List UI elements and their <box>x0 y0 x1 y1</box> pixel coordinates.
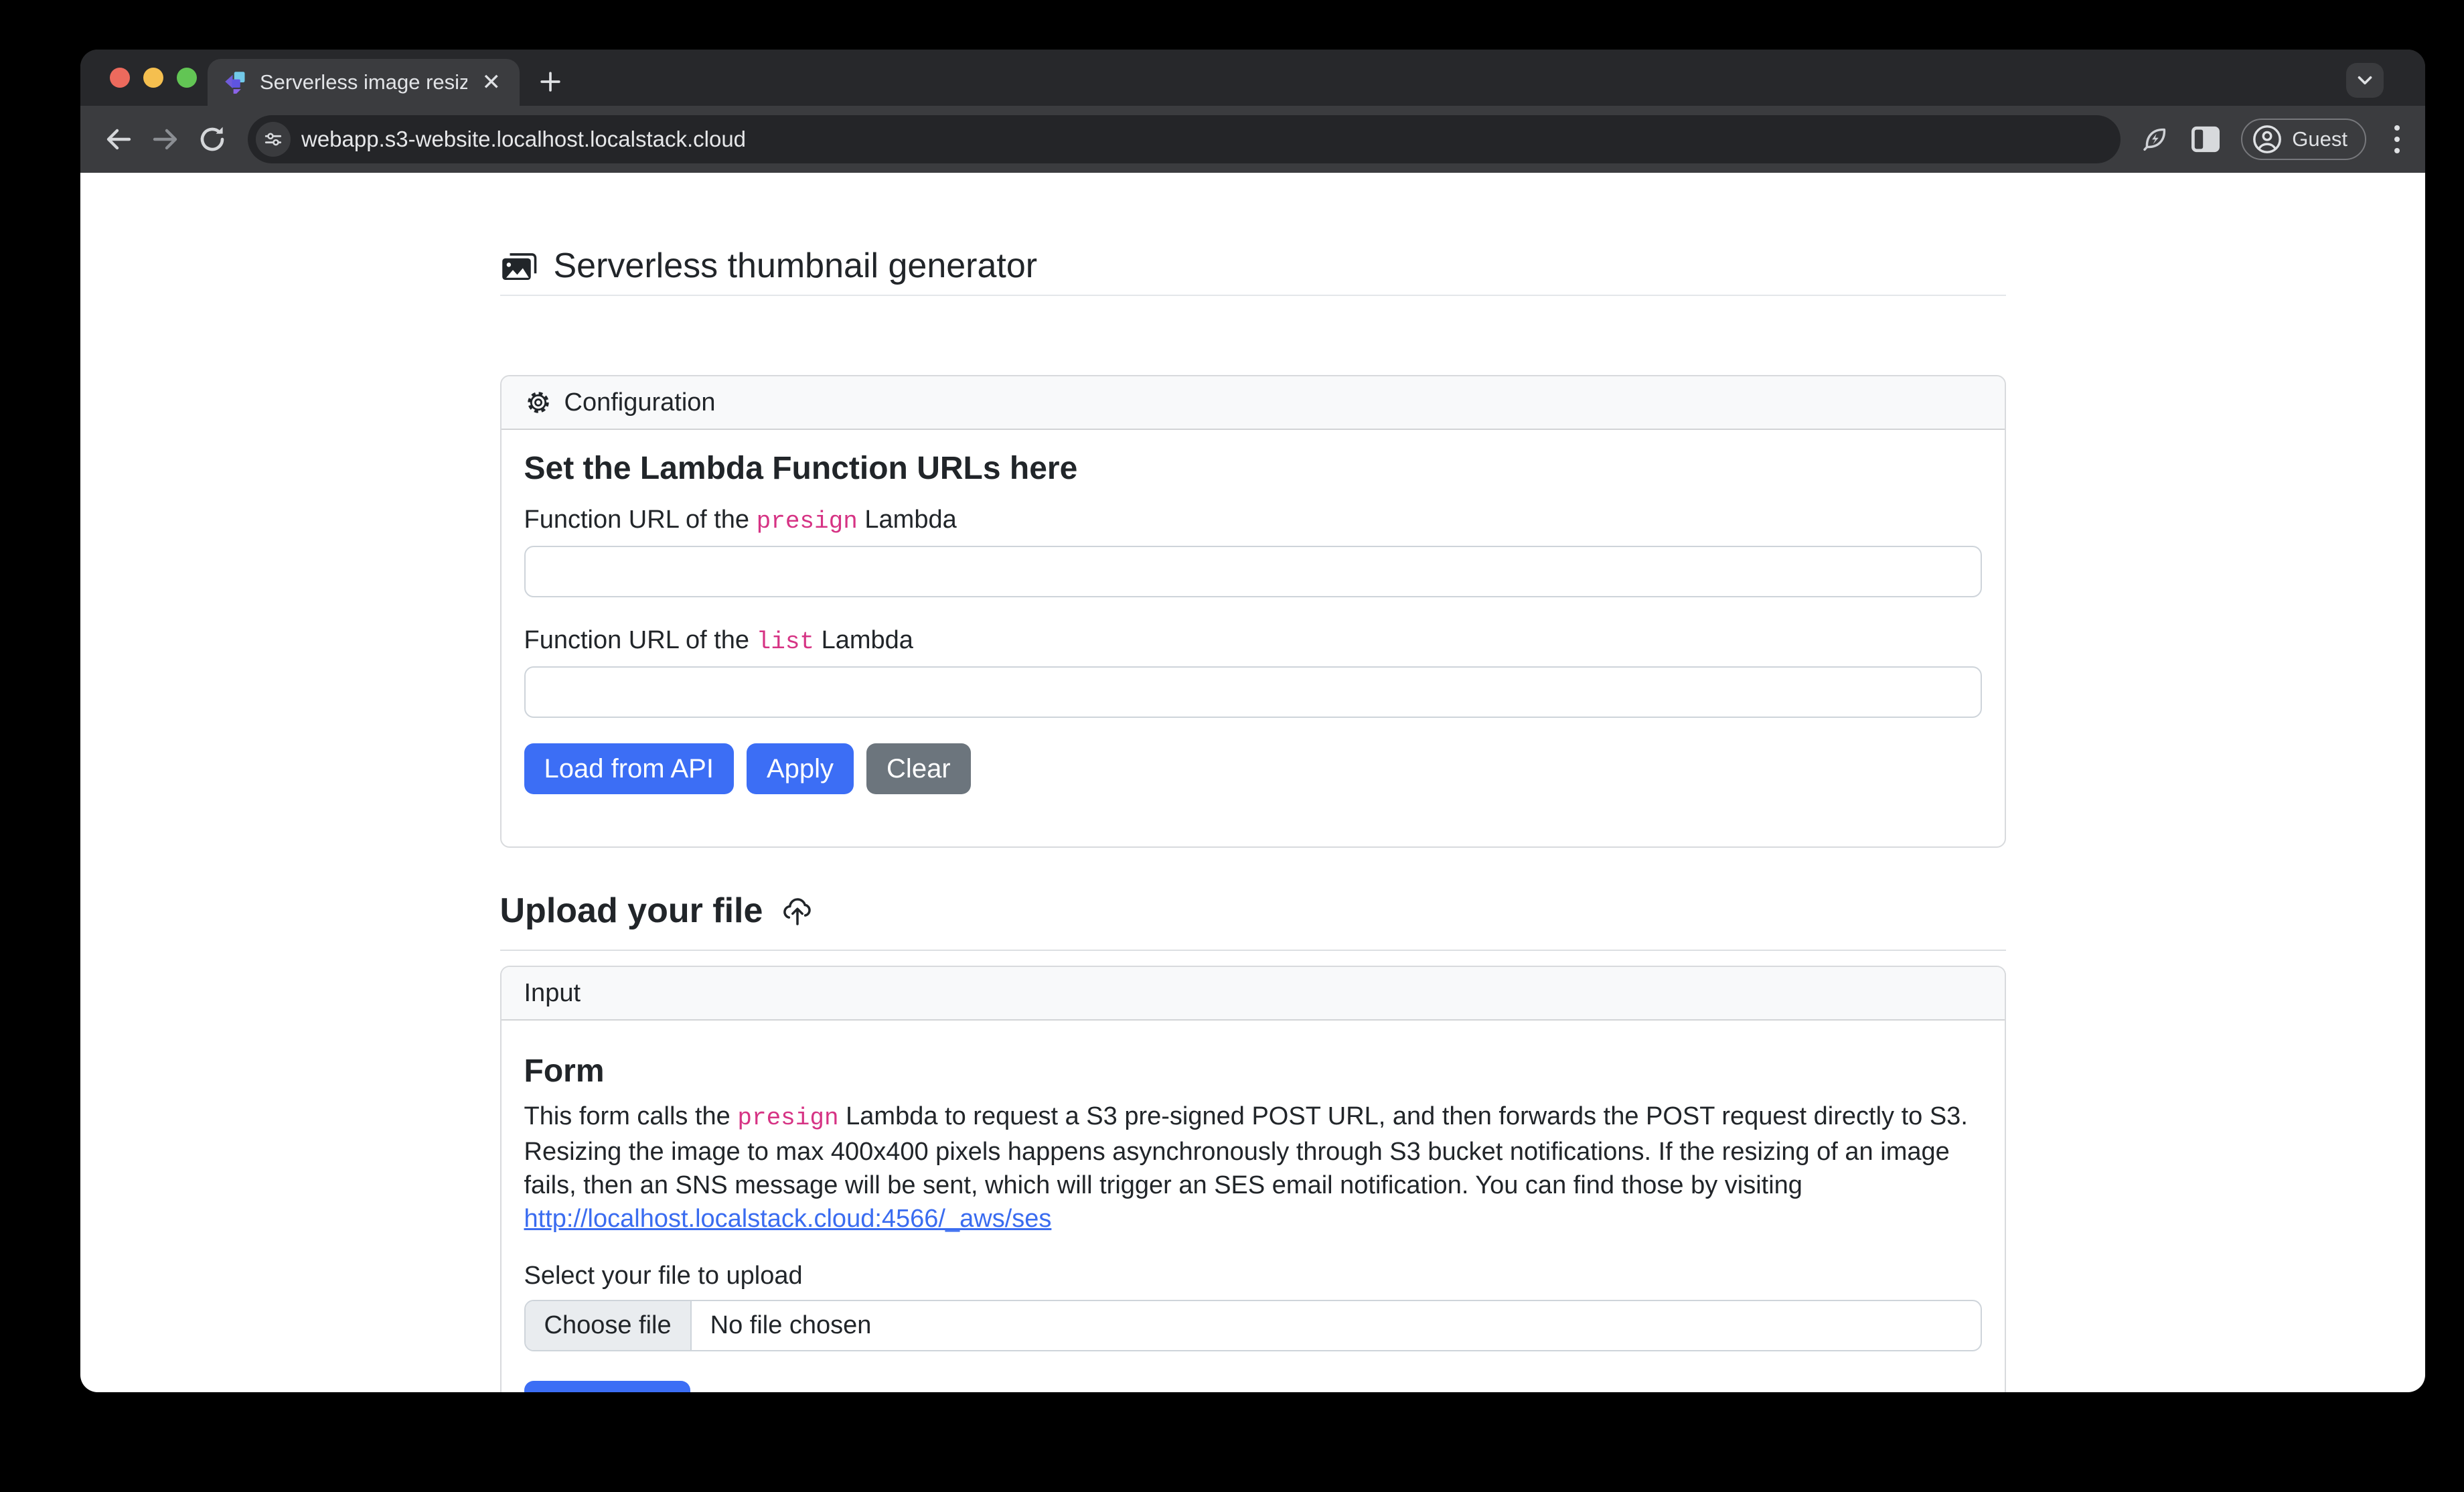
presign-code: presign <box>757 508 858 535</box>
window-controls <box>110 68 197 88</box>
cloud-upload-icon <box>779 892 816 929</box>
browser-menu-button[interactable] <box>2386 125 2408 153</box>
presign-url-label: Function URL of the presign Lambda <box>524 505 1982 536</box>
presign-url-input[interactable] <box>524 546 1982 597</box>
divider <box>500 295 2006 296</box>
images-icon <box>500 249 539 283</box>
apply-button[interactable]: Apply <box>747 743 854 794</box>
tab-search-button[interactable] <box>2346 63 2384 98</box>
configuration-card-header: Configuration <box>502 376 2005 430</box>
form-description: This form calls the presign Lambda to re… <box>524 1100 1982 1236</box>
new-tab-button[interactable] <box>536 67 565 96</box>
browser-window: Serverless image resizer ✕ <box>80 50 2425 1392</box>
ses-link[interactable]: http://localhost.localstack.cloud:4566/_… <box>524 1205 1052 1233</box>
reload-button[interactable] <box>191 119 233 160</box>
configuration-card: Configuration Set the Lambda Function UR… <box>500 375 2006 848</box>
input-card: Input Form This form calls the presign L… <box>500 966 2006 1392</box>
side-panel-icon[interactable] <box>2190 125 2221 153</box>
choose-file-button[interactable]: Choose file <box>526 1301 692 1350</box>
upload-button[interactable]: Upload <box>524 1381 691 1392</box>
list-code: list <box>757 628 814 656</box>
load-from-api-button[interactable]: Load from API <box>524 743 734 794</box>
config-heading: Set the Lambda Function URLs here <box>524 450 1982 488</box>
tab-title: Serverless image resizer <box>260 70 467 94</box>
toolbar-actions: Guest <box>2139 119 2408 160</box>
input-card-title: Input <box>524 979 581 1008</box>
page-title: Serverless thumbnail generator <box>554 246 1038 286</box>
input-card-header: Input <box>502 967 2005 1021</box>
back-button[interactable] <box>98 119 139 160</box>
browser-toolbar: webapp.s3-website.localhost.localstack.c… <box>80 106 2425 173</box>
file-select-label: Select your file to upload <box>524 1261 1982 1290</box>
web-page: Serverless thumbnail generator Configura… <box>80 173 2425 1392</box>
profile-button[interactable]: Guest <box>2241 119 2366 160</box>
upload-section-heading: Upload your file <box>500 891 763 931</box>
divider <box>500 950 2006 951</box>
minimize-window-button[interactable] <box>143 68 163 88</box>
file-chosen-status: No file chosen <box>692 1301 891 1350</box>
gear-icon <box>524 388 552 417</box>
performance-leaf-icon[interactable] <box>2139 124 2170 155</box>
url-text: webapp.s3-website.localhost.localstack.c… <box>301 127 746 152</box>
maximize-window-button[interactable] <box>177 68 197 88</box>
file-input[interactable]: Choose file No file chosen <box>524 1300 1982 1351</box>
favicon <box>224 70 248 94</box>
address-bar[interactable]: webapp.s3-website.localhost.localstack.c… <box>248 115 2121 163</box>
forward-button[interactable] <box>145 119 186 160</box>
clear-button[interactable]: Clear <box>866 743 971 794</box>
browser-tab[interactable]: Serverless image resizer ✕ <box>208 59 520 106</box>
site-settings-icon[interactable] <box>256 122 291 157</box>
list-url-input[interactable] <box>524 666 1982 718</box>
presign-code-inline: presign <box>737 1104 838 1132</box>
profile-label: Guest <box>2292 127 2347 151</box>
form-heading: Form <box>524 1053 1982 1090</box>
tab-strip: Serverless image resizer ✕ <box>80 50 2425 106</box>
tab-close-icon[interactable]: ✕ <box>479 71 504 94</box>
configuration-card-title: Configuration <box>564 388 716 417</box>
close-window-button[interactable] <box>110 68 130 88</box>
list-url-label: Function URL of the list Lambda <box>524 625 1982 657</box>
